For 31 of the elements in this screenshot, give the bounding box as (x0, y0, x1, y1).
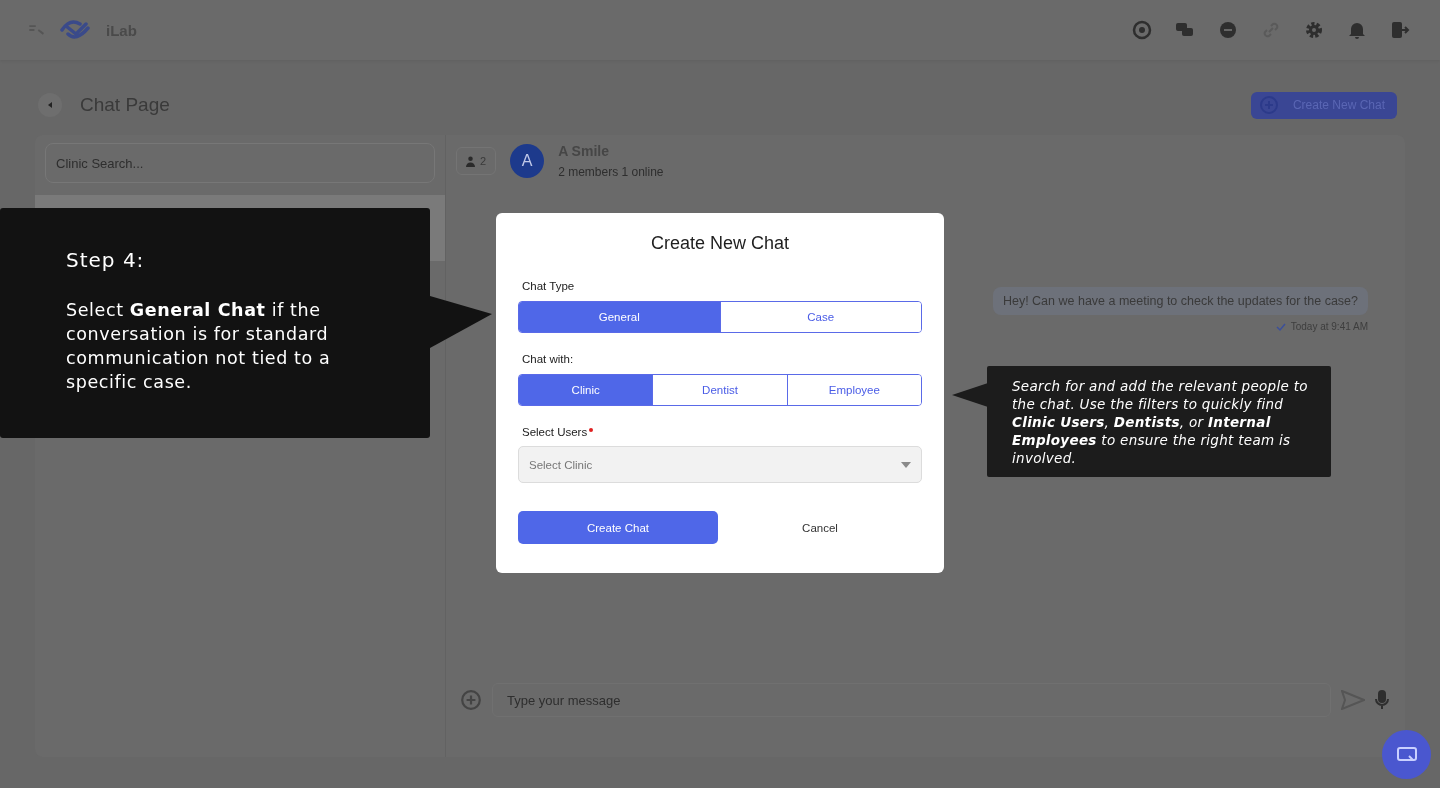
gear-icon[interactable] (1304, 20, 1324, 40)
dialog-title: Create New Chat (649, 233, 791, 254)
message-field[interactable]: Type your message (492, 683, 1331, 717)
field-label: Chat with: (522, 353, 575, 365)
field-label: Chat Type (522, 280, 576, 292)
back-button[interactable] (38, 93, 62, 117)
step-heading: Step 4: (66, 248, 146, 272)
chat-status: 2 members 1 online (558, 165, 664, 179)
bell-icon[interactable] (1347, 20, 1367, 40)
cancel-button[interactable]: Cancel (718, 511, 922, 544)
chat-type-tab[interactable]: Case (719, 302, 921, 332)
person-icon (466, 155, 475, 167)
exit-icon[interactable] (1390, 20, 1410, 40)
check-icon (1275, 321, 1286, 332)
field-label: Select Users (522, 426, 588, 438)
chat-type-tab[interactable]: General (519, 302, 720, 332)
add-circle-icon[interactable] (460, 689, 482, 711)
hint-text: Search for and add the relevant people to the chat. Use the filters to quickly find Clinic Users, Dentists, or Internal Employees to ensure the right team is involved. (1012, 377, 1309, 467)
target-icon[interactable] (1132, 20, 1152, 40)
chat-with-tab[interactable]: Employee (786, 375, 921, 405)
select-clinic-dropdown[interactable]: Select Clinic (518, 446, 922, 483)
microphone-icon[interactable] (1375, 690, 1389, 710)
chat-icon (1396, 746, 1417, 763)
chat-fab-button[interactable] (1382, 730, 1431, 779)
avatar: A (510, 144, 545, 178)
message-bubble: Hey! Can we have a meeting to check the updates for the case? (992, 287, 1368, 315)
create-chat-button[interactable]: Create Chat (518, 511, 718, 544)
clinic-search-field[interactable]: Clinic Search... (45, 143, 435, 183)
chat-with-tab[interactable]: Clinic (519, 375, 653, 405)
step-text: Select General Chat if the conversation is for standard communication not tied to a specific case. (66, 299, 332, 394)
caret-icon (901, 461, 911, 468)
